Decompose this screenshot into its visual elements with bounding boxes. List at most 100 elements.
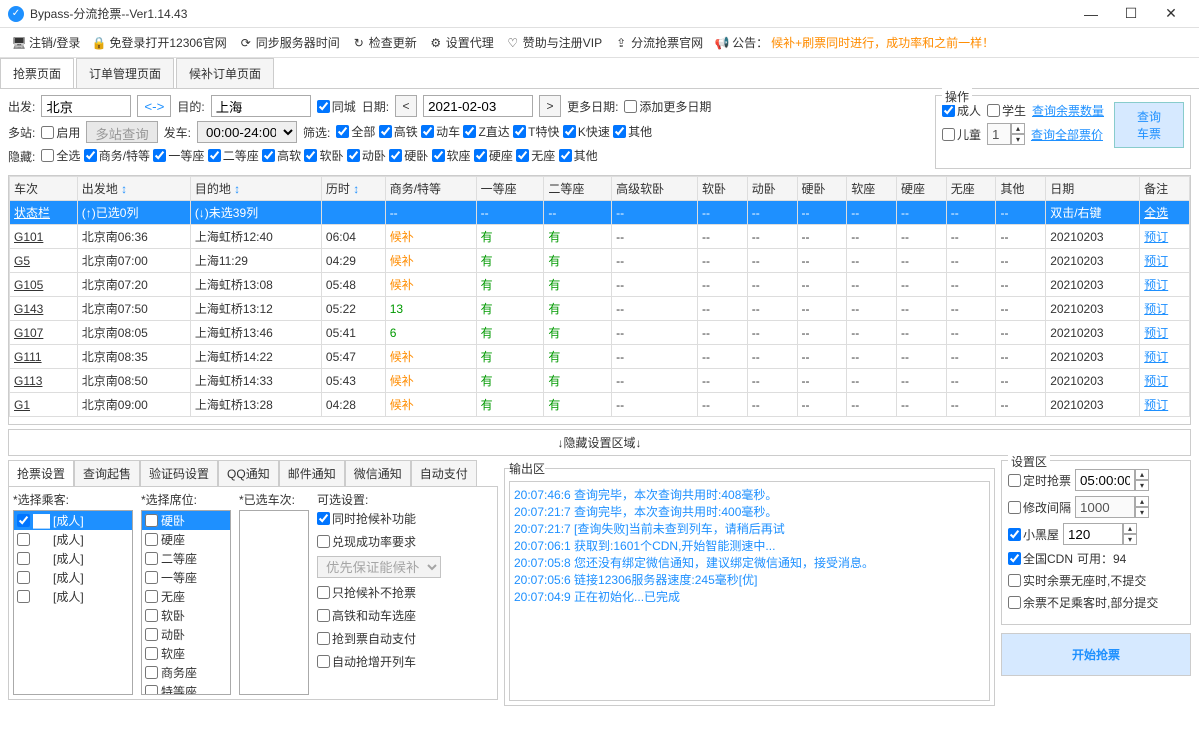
from-input[interactable] [41, 95, 131, 117]
query-all-price-link[interactable]: 查询全部票价 [1031, 126, 1103, 143]
col-9[interactable]: 动卧 [747, 177, 797, 201]
menu-check-update[interactable]: ↻检查更新 [348, 32, 421, 53]
query-tickets-button[interactable]: 查询 车票 [1114, 102, 1184, 148]
menu-official[interactable]: ⇪分流抢票官网 [610, 32, 707, 53]
seat-item[interactable]: 软卧 [142, 606, 230, 625]
opt-pay[interactable]: 抢到票自动支付 [317, 630, 441, 647]
opt-only[interactable]: 只抢候补不抢票 [317, 584, 441, 601]
seat-item[interactable]: 特等座 [142, 682, 230, 695]
menu-sync-time[interactable]: ⟳同步服务器时间 [235, 32, 344, 53]
btab-1[interactable]: 查询起售 [74, 460, 140, 486]
start-grab-button[interactable]: 开始抢票 [1001, 633, 1191, 676]
table-row[interactable]: G1北京南09:00上海虹桥13:2804:28候补有有------------… [10, 393, 1190, 417]
multi-enable-checkbox[interactable]: 启用 [41, 124, 80, 141]
seat-item[interactable]: 软座 [142, 644, 230, 663]
tab-grab[interactable]: 抢票页面 [0, 58, 74, 88]
passengers-list[interactable]: ██[成人] ██[成人] ██[成人] ██[成人] ██[成人] [13, 510, 133, 695]
hide-10[interactable]: 无座 [516, 147, 555, 164]
table-row[interactable]: G105北京南07:20上海虹桥13:0805:48候补有有----------… [10, 273, 1190, 297]
minimize-button[interactable]: — [1071, 6, 1111, 22]
hide-2[interactable]: 一等座 [153, 147, 204, 164]
hide-6[interactable]: 动卧 [347, 147, 386, 164]
hide-8[interactable]: 软座 [432, 147, 471, 164]
toggle-settings-bar[interactable]: ↓隐藏设置区域↓ [8, 429, 1191, 456]
add-more-date-checkbox[interactable]: 添加更多日期 [624, 98, 711, 115]
seat-item[interactable]: 硬座 [142, 530, 230, 549]
hide-1[interactable]: 商务/特等 [84, 147, 150, 164]
query-remain-link[interactable]: 查询余票数量 [1032, 102, 1104, 119]
btab-3[interactable]: QQ通知 [218, 460, 279, 486]
child-count-stepper[interactable]: ▴▾ [987, 123, 1025, 145]
filter-1[interactable]: 高铁 [379, 123, 418, 140]
table-row[interactable]: G101北京南06:36上海虹桥12:4006:04候补有有----------… [10, 225, 1190, 249]
col-13[interactable]: 无座 [946, 177, 996, 201]
timer-input[interactable] [1075, 469, 1135, 491]
hide-4[interactable]: 高软 [262, 147, 301, 164]
passenger-item[interactable]: ██[成人] [14, 549, 132, 568]
swap-button[interactable]: <-> [137, 95, 171, 117]
opt-houbu[interactable]: 同时抢候补功能 [317, 510, 441, 527]
col-5[interactable]: 一等座 [476, 177, 544, 201]
hide-7[interactable]: 硬卧 [389, 147, 428, 164]
seat-item[interactable]: 硬卧 [142, 511, 230, 530]
col-11[interactable]: 软座 [847, 177, 897, 201]
menu-login[interactable]: 🖥注销/登录 [8, 32, 84, 53]
depart-time-select[interactable]: 00:00-24:00 [197, 121, 297, 143]
col-14[interactable]: 其他 [996, 177, 1046, 201]
cdn-checkbox[interactable]: 全国CDN [1008, 550, 1073, 567]
table-row[interactable]: G143北京南07:50上海虹桥13:1205:2213有有----------… [10, 297, 1190, 321]
opt-gd[interactable]: 高铁和动车选座 [317, 607, 441, 624]
interval-checkbox[interactable]: 修改间隔 [1008, 499, 1071, 516]
seat-item[interactable]: 商务座 [142, 663, 230, 682]
col-10[interactable]: 硬卧 [797, 177, 847, 201]
timer-checkbox[interactable]: 定时抢票 [1008, 472, 1071, 489]
insuff-checkbox[interactable]: 余票不足乘客时,部分提交 [1008, 594, 1158, 611]
passenger-item[interactable]: ██[成人] [14, 568, 132, 587]
filter-0[interactable]: 全部 [336, 123, 375, 140]
selected-trains-list[interactable] [239, 510, 309, 695]
hide-0[interactable]: 全选 [41, 147, 80, 164]
hide-9[interactable]: 硬座 [474, 147, 513, 164]
hide-5[interactable]: 软卧 [304, 147, 343, 164]
black-checkbox[interactable]: 小黑屋 [1008, 526, 1059, 543]
col-0[interactable]: 车次 [10, 177, 78, 201]
seat-item[interactable]: 动卧 [142, 625, 230, 644]
student-checkbox[interactable]: 学生 [987, 102, 1026, 119]
col-7[interactable]: 高级软卧 [612, 177, 698, 201]
maximize-button[interactable]: ☐ [1111, 5, 1151, 22]
tab-houbu[interactable]: 候补订单页面 [176, 58, 274, 88]
date-next-button[interactable]: > [539, 95, 561, 117]
filter-2[interactable]: 动车 [421, 123, 460, 140]
date-prev-button[interactable]: < [395, 95, 417, 117]
col-8[interactable]: 软卧 [698, 177, 748, 201]
table-row[interactable]: G5北京南07:00上海11:2904:29候补有有--------------… [10, 249, 1190, 273]
realtime-checkbox[interactable]: 实时余票无座时,不提交 [1008, 572, 1146, 589]
menu-vip[interactable]: ♡赞助与注册VIP [502, 32, 606, 53]
tab-orders[interactable]: 订单管理页面 [76, 58, 174, 88]
col-3[interactable]: 历时 ↕ [321, 177, 385, 201]
hide-3[interactable]: 二等座 [208, 147, 259, 164]
hide-11[interactable]: 其他 [559, 147, 598, 164]
seat-item[interactable]: 无座 [142, 587, 230, 606]
col-2[interactable]: 目的地 ↕ [190, 177, 321, 201]
col-4[interactable]: 商务/特等 [385, 177, 476, 201]
close-button[interactable]: ✕ [1151, 5, 1191, 22]
col-15[interactable]: 日期 [1046, 177, 1140, 201]
menu-open-12306[interactable]: 🔒免登录打开12306官网 [88, 32, 230, 53]
passenger-item[interactable]: ██[成人] [14, 587, 132, 606]
col-1[interactable]: 出发地 ↕ [77, 177, 190, 201]
train-table[interactable]: 车次出发地 ↕目的地 ↕历时 ↕商务/特等一等座二等座高级软卧软卧动卧硬卧软座硬… [8, 175, 1191, 425]
col-16[interactable]: 备注 [1140, 177, 1190, 201]
seat-item[interactable]: 二等座 [142, 549, 230, 568]
opt-cash[interactable]: 兑现成功率要求 [317, 533, 441, 550]
menu-proxy[interactable]: ⚙设置代理 [425, 32, 498, 53]
child-checkbox[interactable]: 儿童 [942, 126, 981, 143]
multi-query-button[interactable]: 多站查询 [86, 121, 157, 143]
status-row[interactable]: 状态栏(↑)已选0列(↓)未选39列----------------------… [10, 201, 1190, 225]
filter-3[interactable]: Z直达 [463, 123, 509, 140]
same-city-checkbox[interactable]: 同城 [317, 98, 356, 115]
table-row[interactable]: G111北京南08:35上海虹桥14:2205:47候补有有----------… [10, 345, 1190, 369]
to-input[interactable] [211, 95, 311, 117]
btab-5[interactable]: 微信通知 [345, 460, 411, 486]
filter-4[interactable]: T特快 [513, 123, 559, 140]
